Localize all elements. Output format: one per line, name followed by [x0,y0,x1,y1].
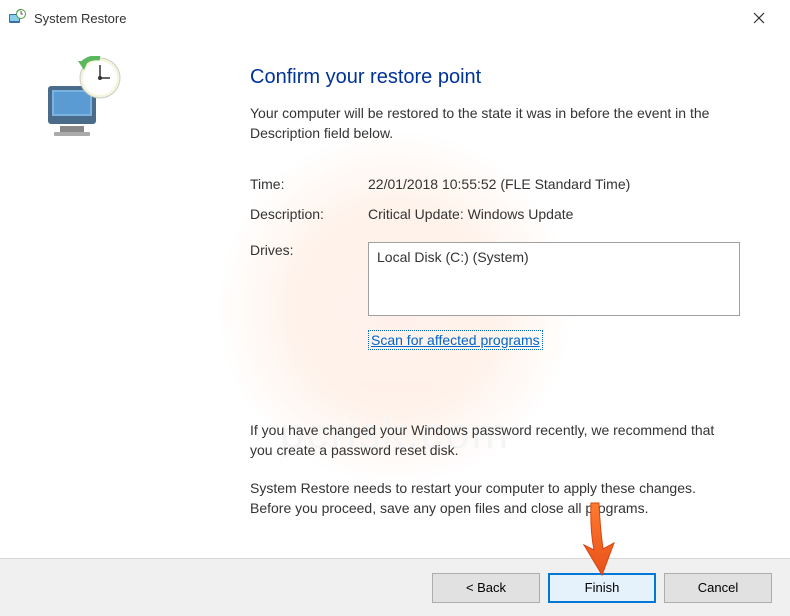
description-value: Critical Update: Windows Update [368,206,740,222]
system-restore-large-icon [40,56,130,146]
drives-listbox[interactable]: Local Disk (C:) (System) [368,242,740,316]
sidebar [0,36,220,540]
titlebar: System Restore [0,0,790,36]
close-button[interactable] [736,3,782,33]
description-row: Description: Critical Update: Windows Up… [250,206,740,222]
scan-affected-programs-link[interactable]: Scan for affected programs [368,330,543,350]
content-area: Confirm your restore point Your computer… [0,36,790,540]
system-restore-window: pcrisk.com System Restore [0,0,790,616]
time-label: Time: [250,176,368,192]
main-panel: Confirm your restore point Your computer… [220,36,790,540]
page-heading: Confirm your restore point [250,66,740,89]
window-title: System Restore [34,11,736,26]
drives-label: Drives: [250,242,368,316]
restart-note: System Restore needs to restart your com… [250,478,740,519]
page-subtext: Your computer will be restored to the st… [250,103,740,144]
password-note: If you have changed your Windows passwor… [250,420,740,461]
back-button[interactable]: < Back [432,573,540,603]
description-label: Description: [250,206,368,222]
wizard-footer: < Back Finish Cancel [0,558,790,616]
time-row: Time: 22/01/2018 10:55:52 (FLE Standard … [250,176,740,192]
finish-button[interactable]: Finish [548,573,656,603]
cancel-button[interactable]: Cancel [664,573,772,603]
close-icon [753,12,765,24]
time-value: 22/01/2018 10:55:52 (FLE Standard Time) [368,176,740,192]
drives-row: Drives: Local Disk (C:) (System) [250,242,740,316]
drives-item[interactable]: Local Disk (C:) (System) [377,249,731,265]
scan-link-wrap: Scan for affected programs [368,322,740,350]
system-restore-icon [8,9,26,27]
